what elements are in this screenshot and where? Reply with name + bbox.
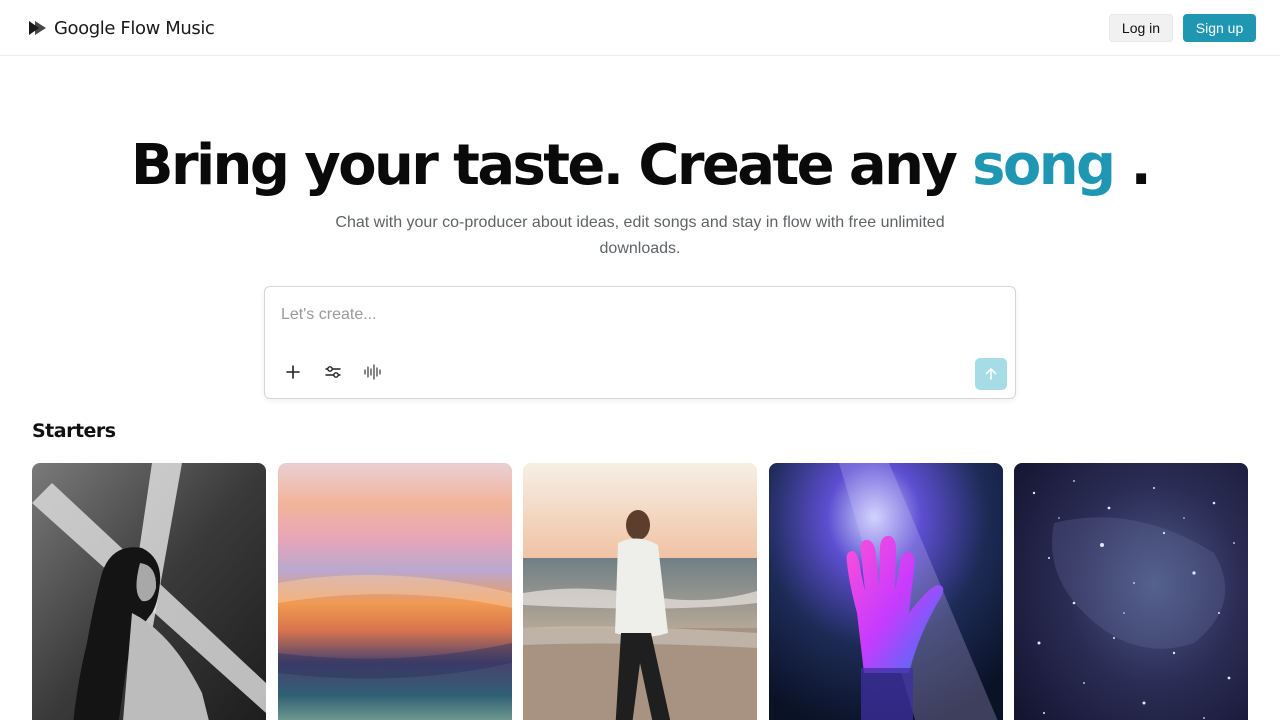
woman-light-beam-image <box>32 463 266 720</box>
brand-logo[interactable]: Google Flow Music <box>28 17 215 39</box>
hero-section: Bring your taste. Create any song . <box>0 130 1280 202</box>
plus-icon[interactable] <box>281 360 305 384</box>
hero-subtitle: Chat with your co-producer about ideas, … <box>0 210 1280 262</box>
arrow-up-icon <box>985 368 997 380</box>
beach-man-image <box>523 463 757 720</box>
top-bar: Google Flow Music Log in Sign up <box>0 0 1280 56</box>
title-accent-word: song <box>972 133 1116 198</box>
colorful-blur-image <box>278 463 512 720</box>
starter-card-woman-light[interactable] <box>32 463 266 720</box>
galaxy-image <box>1014 463 1248 720</box>
play-logo-icon <box>29 21 46 35</box>
prompt-box <box>264 286 1016 399</box>
starters-heading: Starters <box>32 420 116 442</box>
neon-hand-image <box>769 463 1003 720</box>
title-period: . <box>1130 133 1151 198</box>
starter-card-beach-man[interactable] <box>523 463 757 720</box>
prompt-input[interactable] <box>281 303 981 327</box>
login-button[interactable]: Log in <box>1109 14 1173 42</box>
signup-button[interactable]: Sign up <box>1183 14 1256 42</box>
sliders-icon[interactable] <box>321 360 345 384</box>
brand-name: Google Flow Music <box>54 17 215 39</box>
starter-card-galaxy[interactable] <box>1014 463 1248 720</box>
starter-card-color-blur[interactable] <box>278 463 512 720</box>
starter-card-neon-hand[interactable] <box>769 463 1003 720</box>
subtitle-text: Chat with your co-producer about ideas, … <box>335 214 945 257</box>
waveform-icon[interactable] <box>361 360 385 384</box>
title-main-text: Bring your taste. Create any <box>130 133 973 198</box>
send-button[interactable] <box>975 358 1007 390</box>
page-title: Bring your taste. Create any song . <box>0 130 1280 202</box>
